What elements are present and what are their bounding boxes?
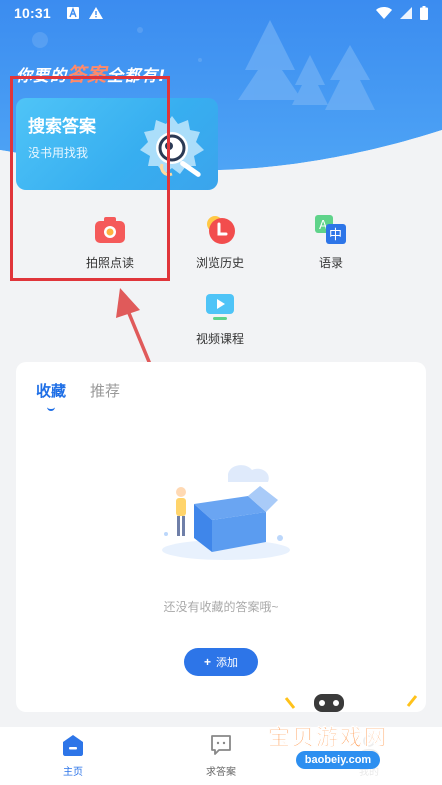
chat-icon <box>211 735 231 755</box>
watermark-text: 宝贝游戏网 <box>268 726 389 752</box>
magnifier-mascot-icon <box>140 116 204 177</box>
search-answer-card[interactable]: 搜索答案 没书用找我 <box>16 98 218 190</box>
nav-ask-answer-label: 求答案 <box>206 767 236 778</box>
favorites-panel: 收藏 推荐 还没有收藏的答案哦~ + 添加 <box>16 362 426 712</box>
svg-text:中: 中 <box>329 228 342 243</box>
tab-favorites[interactable]: 收藏 <box>36 380 67 411</box>
nav-home-label: 主页 <box>63 767 83 778</box>
status-bar: 10:31 <box>0 0 442 26</box>
quick-action-label: 语录 <box>318 256 343 270</box>
add-button-label: 添加 <box>216 657 238 669</box>
panel-tabs: 收藏 推荐 <box>36 380 120 411</box>
tab-recommended[interactable]: 推荐 <box>90 380 120 401</box>
hero-slogan: 你要的答案全都有! <box>16 60 166 87</box>
warning-icon <box>88 7 103 19</box>
quotes-icon: A 中 <box>315 215 346 244</box>
tab-favorites-label: 收藏 <box>36 383 67 400</box>
slogan-accent: 答案 <box>67 64 108 86</box>
history-icon <box>207 216 235 244</box>
quick-action-quotes[interactable]: A 中 语录 <box>286 214 376 271</box>
active-tab-indicator <box>47 407 55 411</box>
quick-action-label: 拍照点读 <box>85 256 134 270</box>
empty-state-text: 还没有收藏的答案哦~ <box>163 600 279 614</box>
quick-action-label: 视频课程 <box>195 332 244 346</box>
signal-icon <box>400 7 412 19</box>
add-button[interactable]: + 添加 <box>184 648 258 676</box>
search-card-title: 搜索答案 <box>28 117 96 136</box>
quick-action-label: 浏览历史 <box>195 256 244 270</box>
slogan-suffix: 全都有! <box>107 66 167 85</box>
nav-ask-answer[interactable]: 求答案 <box>181 733 261 778</box>
quick-action-video-course[interactable]: 视频课程 <box>175 290 265 347</box>
status-time: 10:31 <box>14 5 51 21</box>
watermark-url: baobeiy.com <box>296 751 380 769</box>
wifi-icon <box>376 7 392 19</box>
battery-icon <box>420 6 428 20</box>
nav-home[interactable]: 主页 <box>33 733 113 778</box>
plus-icon: + <box>203 655 211 669</box>
tab-recommended-label: 推荐 <box>90 383 121 400</box>
notification-a-icon <box>66 7 79 19</box>
camera-icon <box>95 217 125 243</box>
home-icon <box>63 735 83 756</box>
quick-action-history[interactable]: 浏览历史 <box>175 214 265 271</box>
slogan-prefix: 你要的 <box>16 66 68 85</box>
empty-box-illustration <box>162 465 290 560</box>
quick-action-photo-read[interactable]: 拍照点读 <box>65 214 155 271</box>
video-icon <box>206 294 234 320</box>
search-card-subtitle: 没书用找我 <box>28 146 89 160</box>
